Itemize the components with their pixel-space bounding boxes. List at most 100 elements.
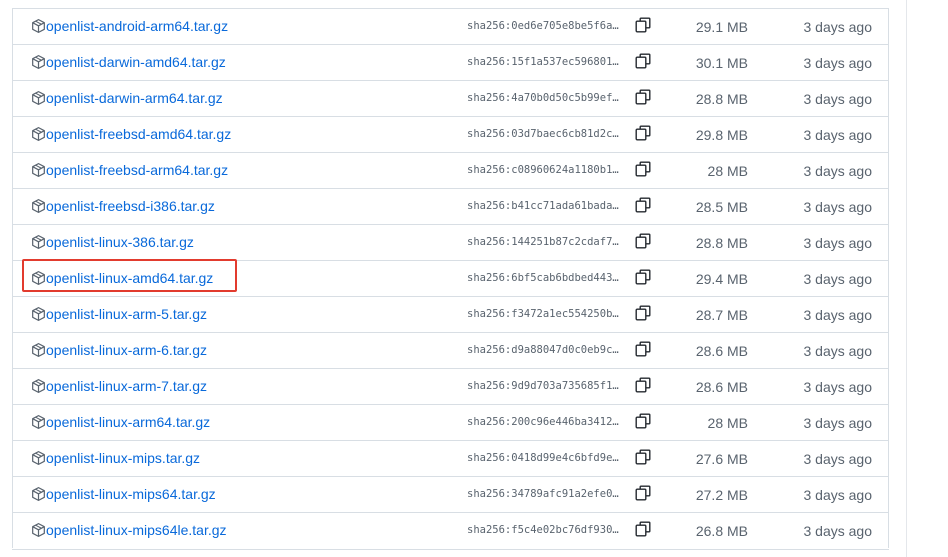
copy-hash-button[interactable] bbox=[634, 161, 652, 181]
asset-date: 3 days ago bbox=[803, 487, 873, 503]
package-icon bbox=[31, 198, 46, 214]
asset-size: 28.8 MB bbox=[695, 91, 748, 107]
asset-name: openlist-linux-mips64le.tar.gz bbox=[46, 522, 227, 538]
asset-row: openlist-freebsd-i386.tar.gz sha256:b41c… bbox=[13, 188, 888, 224]
asset-download-link[interactable]: openlist-linux-386.tar.gz bbox=[31, 232, 194, 252]
asset-row: openlist-darwin-arm64.tar.gz sha256:4a70… bbox=[13, 80, 888, 116]
copy-icon bbox=[635, 341, 651, 362]
package-icon bbox=[31, 522, 46, 538]
asset-name: openlist-linux-386.tar.gz bbox=[46, 234, 194, 250]
asset-row: openlist-linux-arm-6.tar.gz sha256:d9a88… bbox=[13, 332, 888, 368]
copy-hash-button[interactable] bbox=[634, 89, 652, 109]
page-divider bbox=[906, 0, 907, 557]
asset-download-link[interactable]: openlist-darwin-amd64.tar.gz bbox=[31, 52, 226, 72]
copy-icon bbox=[635, 485, 651, 506]
copy-icon bbox=[635, 53, 651, 74]
asset-size: 29.8 MB bbox=[695, 127, 748, 143]
asset-size: 28 MB bbox=[707, 415, 748, 431]
asset-sha256: sha256:34789afc91a2efe0… bbox=[467, 488, 619, 500]
copy-hash-button[interactable] bbox=[634, 269, 652, 289]
asset-name: openlist-freebsd-arm64.tar.gz bbox=[46, 162, 229, 178]
asset-size: 26.8 MB bbox=[695, 523, 748, 539]
asset-download-link[interactable]: openlist-freebsd-arm64.tar.gz bbox=[31, 160, 228, 180]
package-icon bbox=[31, 126, 46, 142]
copy-hash-button[interactable] bbox=[634, 341, 652, 361]
copy-hash-button[interactable] bbox=[634, 197, 652, 217]
copy-hash-button[interactable] bbox=[634, 485, 652, 505]
package-icon bbox=[31, 18, 46, 34]
copy-icon bbox=[635, 449, 651, 470]
asset-size: 28.5 MB bbox=[695, 199, 748, 215]
asset-sha256: sha256:c08960624a1180b1… bbox=[467, 164, 619, 176]
asset-download-link[interactable]: openlist-android-arm64.tar.gz bbox=[31, 16, 228, 36]
asset-date: 3 days ago bbox=[803, 451, 873, 467]
package-icon bbox=[31, 162, 46, 178]
asset-download-link[interactable]: openlist-freebsd-amd64.tar.gz bbox=[31, 124, 231, 144]
asset-download-link[interactable]: openlist-linux-amd64.tar.gz bbox=[31, 268, 213, 288]
asset-sha256: sha256:144251b87c2cdaf7… bbox=[467, 236, 619, 248]
copy-icon bbox=[635, 305, 651, 326]
asset-date: 3 days ago bbox=[803, 55, 873, 71]
copy-hash-button[interactable] bbox=[634, 377, 652, 397]
asset-download-link[interactable]: openlist-linux-mips.tar.gz bbox=[31, 448, 200, 468]
asset-row: openlist-linux-mips64.tar.gz sha256:3478… bbox=[13, 476, 888, 512]
package-icon bbox=[31, 54, 46, 70]
asset-download-link[interactable]: openlist-linux-arm-5.tar.gz bbox=[31, 304, 207, 324]
asset-date: 3 days ago bbox=[803, 415, 873, 431]
copy-hash-button[interactable] bbox=[634, 125, 652, 145]
asset-date: 3 days ago bbox=[803, 19, 873, 35]
asset-size: 30.1 MB bbox=[695, 55, 748, 71]
asset-date: 3 days ago bbox=[803, 199, 873, 215]
asset-name: openlist-freebsd-amd64.tar.gz bbox=[46, 126, 232, 142]
copy-icon bbox=[635, 413, 651, 434]
copy-hash-button[interactable] bbox=[634, 521, 652, 541]
asset-sha256: sha256:0418d99e4c6bfd9e… bbox=[467, 452, 619, 464]
asset-download-link[interactable]: openlist-linux-mips64.tar.gz bbox=[31, 484, 216, 504]
asset-sha256: sha256:6bf5cab6bdbed443… bbox=[467, 272, 619, 284]
asset-date: 3 days ago bbox=[803, 271, 873, 287]
asset-sha256: sha256:f3472a1ec554250b… bbox=[467, 308, 619, 320]
asset-size: 28 MB bbox=[707, 163, 748, 179]
asset-row: openlist-linux-arm-7.tar.gz sha256:9d9d7… bbox=[13, 368, 888, 404]
asset-name: openlist-darwin-arm64.tar.gz bbox=[46, 90, 223, 106]
asset-sha256: sha256:9d9d703a735685f1… bbox=[467, 380, 619, 392]
asset-download-link[interactable]: openlist-linux-arm-7.tar.gz bbox=[31, 376, 207, 396]
asset-row: openlist-linux-386.tar.gz sha256:144251b… bbox=[13, 224, 888, 260]
asset-download-link[interactable]: openlist-freebsd-i386.tar.gz bbox=[31, 196, 215, 216]
asset-name: openlist-linux-arm-7.tar.gz bbox=[46, 378, 208, 394]
asset-size: 28.8 MB bbox=[695, 235, 748, 251]
asset-download-link[interactable]: openlist-linux-mips64le.tar.gz bbox=[31, 520, 227, 540]
asset-size: 28.6 MB bbox=[695, 379, 748, 395]
package-icon bbox=[31, 486, 46, 502]
copy-icon bbox=[635, 89, 651, 110]
asset-row: openlist-linux-arm64.tar.gz sha256:200c9… bbox=[13, 404, 888, 440]
package-icon bbox=[31, 234, 46, 250]
asset-size: 28.6 MB bbox=[695, 343, 748, 359]
asset-name: openlist-android-arm64.tar.gz bbox=[46, 18, 229, 34]
copy-hash-button[interactable] bbox=[634, 305, 652, 325]
copy-hash-button[interactable] bbox=[634, 449, 652, 469]
asset-size: 27.6 MB bbox=[695, 451, 748, 467]
copy-hash-button[interactable] bbox=[634, 413, 652, 433]
asset-row: openlist-linux-mips64le.tar.gz sha256:f5… bbox=[13, 512, 888, 548]
asset-row: openlist-linux-arm-5.tar.gz sha256:f3472… bbox=[13, 296, 888, 332]
copy-icon bbox=[635, 233, 651, 254]
asset-download-link[interactable]: openlist-linux-arm-6.tar.gz bbox=[31, 340, 207, 360]
copy-hash-button[interactable] bbox=[634, 233, 652, 253]
copy-hash-button[interactable] bbox=[634, 17, 652, 37]
asset-download-link[interactable]: openlist-darwin-arm64.tar.gz bbox=[31, 88, 223, 108]
asset-sha256: sha256:b41cc71ada61bada… bbox=[467, 200, 619, 212]
asset-name: openlist-linux-amd64.tar.gz bbox=[46, 270, 214, 286]
package-icon bbox=[31, 342, 46, 358]
list-continuation bbox=[12, 549, 889, 557]
copy-icon bbox=[635, 17, 651, 38]
asset-name: openlist-linux-arm-6.tar.gz bbox=[46, 342, 208, 358]
package-icon bbox=[31, 378, 46, 394]
asset-row: openlist-linux-amd64.tar.gz sha256:6bf5c… bbox=[13, 260, 888, 296]
package-icon bbox=[31, 306, 46, 322]
asset-download-link[interactable]: openlist-linux-arm64.tar.gz bbox=[31, 412, 210, 432]
copy-hash-button[interactable] bbox=[634, 53, 652, 73]
asset-date: 3 days ago bbox=[803, 343, 873, 359]
asset-row: openlist-android-arm64.tar.gz sha256:0ed… bbox=[13, 8, 888, 44]
asset-sha256: sha256:0ed6e705e8be5f6a… bbox=[467, 20, 619, 32]
